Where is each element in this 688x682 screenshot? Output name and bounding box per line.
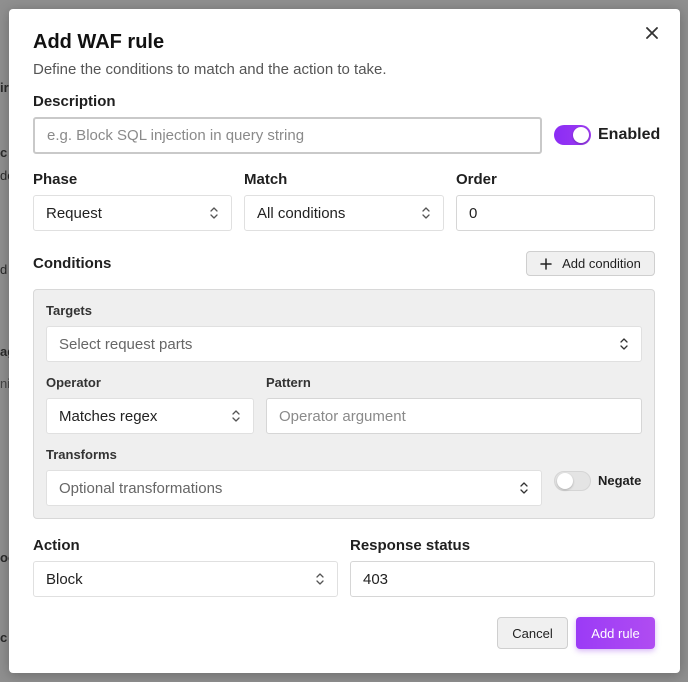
- enabled-label: Enabled: [598, 126, 661, 143]
- transforms-label: Transforms: [46, 447, 117, 462]
- chevron-up-down-icon: [520, 482, 528, 494]
- cancel-button[interactable]: Cancel: [497, 617, 568, 649]
- phase-label: Phase: [33, 171, 78, 188]
- match-value: All conditions: [257, 204, 346, 222]
- chevron-up-down-icon: [422, 207, 430, 219]
- background-text-fragment: ir: [0, 80, 9, 95]
- response-status-label: Response status: [350, 537, 471, 554]
- transforms-placeholder: Optional transformations: [59, 479, 223, 497]
- dialog-title: Add WAF rule: [33, 31, 165, 53]
- negate-label: Negate: [598, 473, 642, 488]
- response-status-input[interactable]: [350, 561, 655, 597]
- targets-placeholder: Select request parts: [59, 335, 193, 353]
- targets-select[interactable]: Select request parts: [46, 326, 642, 362]
- chevron-up-down-icon: [316, 573, 324, 585]
- background-text-fragment: c: [0, 630, 8, 645]
- add-rule-button[interactable]: Add rule: [576, 617, 655, 649]
- add-condition-label: Add condition: [562, 256, 641, 271]
- chevron-up-down-icon: [620, 338, 628, 350]
- toggle-knob: [573, 127, 589, 143]
- condition-panel: Targets Select request parts Operator Ma…: [33, 289, 655, 519]
- chevron-up-down-icon: [232, 410, 240, 422]
- pattern-input[interactable]: [266, 398, 642, 434]
- order-input[interactable]: [456, 195, 655, 231]
- action-select[interactable]: Block: [33, 561, 338, 597]
- operator-label: Operator: [46, 375, 101, 390]
- phase-select[interactable]: Request: [33, 195, 232, 231]
- operator-select[interactable]: Matches regex: [46, 398, 254, 434]
- operator-value: Matches regex: [59, 407, 158, 425]
- action-label: Action: [33, 537, 80, 554]
- match-label: Match: [244, 171, 288, 188]
- plus-icon: [540, 257, 552, 270]
- chevron-up-down-icon: [210, 207, 218, 219]
- toggle-knob: [557, 473, 573, 489]
- background-text-fragment: d: [0, 262, 8, 277]
- negate-toggle[interactable]: [554, 471, 591, 491]
- pattern-label: Pattern: [266, 375, 311, 390]
- dialog-subtitle: Define the conditions to match and the a…: [33, 61, 387, 78]
- background-text-fragment: c: [0, 145, 8, 160]
- match-select[interactable]: All conditions: [244, 195, 444, 231]
- targets-label: Targets: [46, 303, 92, 318]
- close-icon: [646, 27, 658, 39]
- enabled-toggle[interactable]: [554, 125, 591, 145]
- transforms-select[interactable]: Optional transformations: [46, 470, 542, 506]
- description-input[interactable]: [33, 117, 542, 154]
- action-value: Block: [46, 570, 83, 588]
- description-label: Description: [33, 93, 116, 110]
- order-label: Order: [456, 171, 497, 188]
- conditions-label: Conditions: [33, 255, 112, 272]
- add-condition-button[interactable]: Add condition: [526, 251, 655, 276]
- close-button[interactable]: [642, 23, 662, 43]
- phase-value: Request: [46, 204, 102, 222]
- add-waf-rule-dialog: Add WAF rule Define the conditions to ma…: [9, 9, 680, 673]
